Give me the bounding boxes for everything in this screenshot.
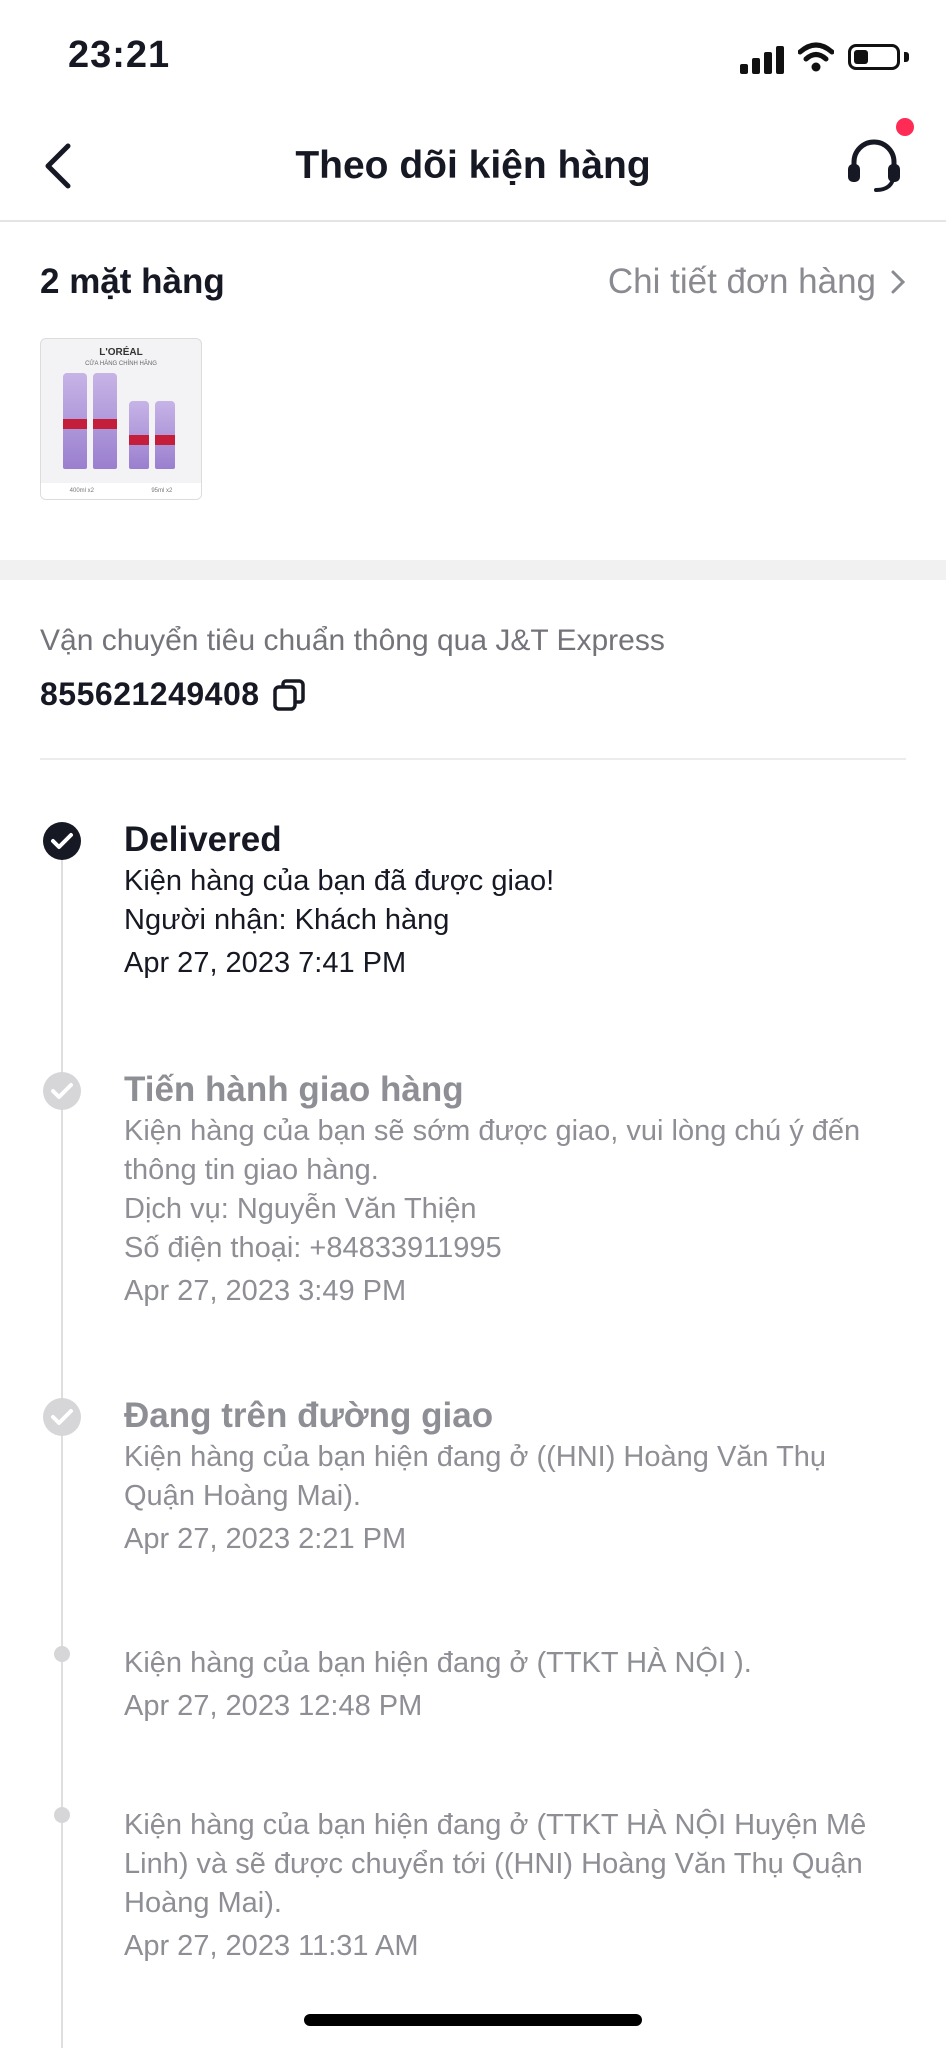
product-thumbnail[interactable]: L'ORÉAL CỬA HÀNG CHÍNH HÃNG 400ml x2 95m… — [40, 338, 202, 500]
divider — [40, 758, 906, 760]
order-detail-link[interactable]: Chi tiết đơn hàng — [608, 262, 906, 302]
status-bar: 23:21 — [0, 0, 946, 110]
thumb-brand: L'ORÉAL — [99, 347, 143, 358]
timeline-event: Delivered Kiện hàng của bạn đã được giao… — [124, 818, 884, 983]
wifi-icon — [798, 42, 834, 72]
timeline-event: Kiện hàng của bạn hiện đang ở (TTKT HÀ N… — [124, 1806, 884, 1966]
timeline-event: Kiện hàng của bạn hiện đang ở (TTKT HÀ N… — [124, 1644, 884, 1726]
timeline-event: Đang trên đường giao Kiện hàng của bạn h… — [124, 1394, 884, 1559]
bottle-label — [129, 435, 149, 445]
thumb-subtitle: CỬA HÀNG CHÍNH HÃNG — [85, 361, 157, 367]
bottle-label — [93, 419, 117, 429]
event-title: Delivered — [124, 820, 282, 859]
copy-icon[interactable] — [272, 678, 306, 712]
bottle-label — [63, 419, 87, 429]
home-indicator — [304, 2014, 642, 2026]
chevron-right-icon — [891, 270, 906, 294]
check-circle-icon — [43, 1398, 81, 1436]
timeline-line — [61, 840, 63, 2048]
thumb-size-a: 400ml x2 — [69, 488, 95, 494]
notification-dot — [896, 118, 914, 136]
event-date: Apr 27, 2023 3:49 PM — [124, 1275, 407, 1307]
event-text: Kiện hàng của bạn hiện đang ở ((HNI) Hoà… — [124, 1441, 827, 1512]
status-time: 23:21 — [68, 34, 171, 76]
section-divider — [0, 560, 946, 580]
event-text: Người nhận: Khách hàng — [124, 904, 450, 936]
items-count: 2 mặt hàng — [40, 262, 225, 301]
nav-header: Theo dõi kiện hàng — [0, 110, 946, 222]
timeline-dot — [54, 1646, 70, 1662]
check-circle-icon — [43, 1072, 81, 1110]
bottle-label — [155, 435, 175, 445]
event-text: Kiện hàng của bạn hiện đang ở (TTKT HÀ N… — [124, 1809, 867, 1919]
event-text: Số điện thoại: +84833911995 — [124, 1232, 502, 1264]
tracking-row: 855621249408 — [40, 676, 306, 713]
thumb-size-b: 95ml x2 — [151, 488, 173, 494]
event-title: Đang trên đường giao — [124, 1396, 494, 1435]
thumb-footer: 400ml x2 95ml x2 — [41, 483, 201, 499]
timeline-dot — [54, 1807, 70, 1823]
battery-tip — [904, 52, 909, 62]
event-date: Apr 27, 2023 2:21 PM — [124, 1523, 407, 1555]
event-text: Dịch vụ: Nguyễn Văn Thiện — [124, 1193, 477, 1225]
event-text: Kiện hàng của bạn đã được giao! — [124, 865, 555, 897]
event-text: Kiện hàng của bạn hiện đang ở (TTKT HÀ N… — [124, 1647, 752, 1679]
shipping-method: Vận chuyển tiêu chuẩn thông qua J&T Expr… — [40, 624, 665, 657]
tracking-number: 855621249408 — [40, 676, 260, 712]
event-date: Apr 27, 2023 7:41 PM — [124, 947, 407, 979]
timeline-event: Tiến hành giao hàng Kiện hàng của bạn sẽ… — [124, 1068, 884, 1311]
event-text: Kiện hàng của bạn sẽ sớm được giao, vui … — [124, 1115, 861, 1186]
order-detail-label: Chi tiết đơn hàng — [607, 262, 876, 301]
event-date: Apr 27, 2023 12:48 PM — [124, 1690, 423, 1722]
headset-support-icon[interactable] — [842, 132, 906, 196]
event-title: Tiến hành giao hàng — [124, 1070, 464, 1109]
event-date: Apr 27, 2023 11:31 AM — [124, 1930, 419, 1962]
check-circle-icon — [43, 822, 81, 860]
page-title: Theo dõi kiện hàng — [295, 144, 651, 187]
cellular-signal-icon — [740, 44, 786, 74]
battery-icon — [848, 44, 900, 70]
